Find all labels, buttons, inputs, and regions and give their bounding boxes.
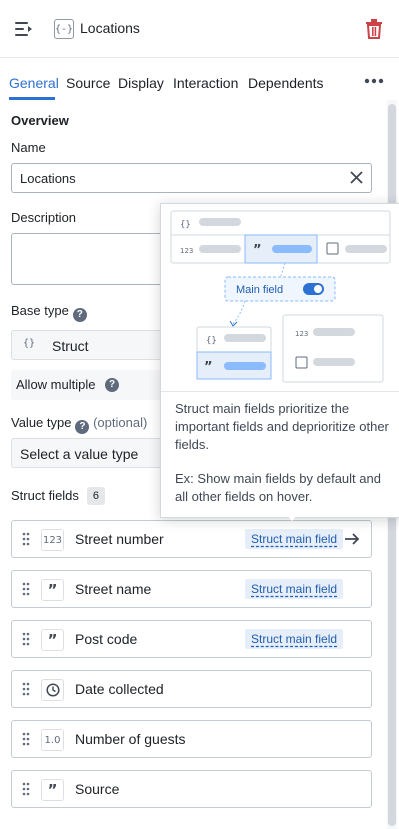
illustration-svg: {} 123 ” Main field {} ” 123	[170, 210, 391, 383]
drag-handle-icon[interactable]	[22, 532, 30, 548]
struct-field-name: Date collected	[75, 681, 164, 697]
quote-icon: ”	[41, 629, 64, 651]
description-label: Description	[11, 210, 77, 225]
main-field-illustration: {} 123 ” Main field {} ” 123	[161, 204, 399, 392]
popover-pointer	[285, 513, 299, 521]
struct-main-field-tag[interactable]: Struct main field	[245, 579, 344, 599]
struct-field-row[interactable]: ” Post code Struct main field	[11, 620, 372, 658]
tab-general[interactable]: General	[9, 75, 59, 91]
illustration-main-field-label: Main field	[236, 284, 283, 296]
struct-fields-title: Struct fields	[11, 488, 79, 503]
overview-heading: Overview	[11, 113, 69, 128]
field-count-badge: 6	[86, 487, 105, 505]
struct-icon: {}	[23, 338, 36, 349]
illustration-number-label: 123	[180, 247, 193, 255]
drag-handle-icon[interactable]	[22, 582, 30, 598]
illustration-struct-label-2: {}	[206, 336, 217, 346]
tab-interaction[interactable]: Interaction	[173, 75, 238, 91]
drag-handle-icon[interactable]	[22, 632, 30, 648]
name-field[interactable]: Locations	[11, 163, 372, 193]
drag-handle-icon[interactable]	[22, 682, 30, 698]
clock-icon	[41, 679, 64, 701]
quote-icon: ”	[41, 779, 64, 801]
name-value[interactable]: Locations	[20, 171, 76, 186]
illustration-struct-label: {}	[180, 220, 191, 230]
struct-field-row[interactable]: ” Street name Struct main field	[11, 570, 372, 608]
allow-multiple-label: Allow multiple	[16, 377, 96, 392]
tab-display[interactable]: Display	[118, 75, 164, 91]
illustration-number-label-2: 123	[295, 330, 308, 338]
clear-icon[interactable]	[350, 171, 363, 184]
struct-main-field-tag[interactable]: Struct main field	[245, 529, 344, 549]
struct-field-name: Street number	[75, 531, 164, 547]
tab-source[interactable]: Source	[66, 75, 110, 91]
struct-field-name: Post code	[75, 631, 138, 647]
help-icon[interactable]: ?	[105, 378, 119, 392]
struct-field-row[interactable]: ” Source	[11, 770, 372, 808]
more-options-icon[interactable]	[364, 78, 384, 84]
value-type-label-text: Value type	[11, 415, 72, 430]
drag-handle-icon[interactable]	[22, 782, 30, 798]
quote-icon: ”	[41, 579, 64, 601]
struct-type-icon: {-}	[54, 19, 74, 39]
popover-example: Ex: Show main fields by default and all …	[175, 471, 381, 504]
active-tab-indicator	[9, 97, 55, 100]
arrow-right-icon[interactable]	[344, 532, 360, 546]
struct-main-field-popover: {} 123 ” Main field {} ” 123 Struct main…	[160, 203, 399, 518]
struct-field-row[interactable]: 1.0 Number of guests	[11, 720, 372, 758]
base-type-value: Struct	[52, 338, 89, 354]
value-type-label: Value type? (optional)	[11, 415, 147, 434]
optional-hint: (optional)	[93, 415, 148, 430]
struct-field-name: Source	[75, 781, 120, 797]
struct-field-name: Street name	[75, 581, 152, 597]
struct-fields-heading: Struct fields 6	[11, 487, 105, 505]
collapse-menu-icon[interactable]	[14, 20, 34, 38]
struct-field-name: Number of guests	[75, 731, 186, 747]
struct-field-row[interactable]: 123 Street number Struct main field	[11, 520, 372, 558]
tab-dependents[interactable]: Dependents	[248, 75, 324, 91]
page-title: Locations	[80, 20, 140, 36]
struct-main-field-tag[interactable]: Struct main field	[245, 629, 344, 649]
value-type-placeholder[interactable]: Select a value type	[20, 446, 138, 462]
drag-handle-icon[interactable]	[22, 732, 30, 748]
base-type-label-text: Base type	[11, 303, 69, 318]
tab-bar: General Source Display Interaction Depen…	[0, 66, 399, 100]
help-icon[interactable]: ?	[72, 308, 87, 322]
name-label: Name	[11, 140, 46, 155]
trash-icon[interactable]	[366, 19, 382, 39]
base-type-label: Base type?	[11, 303, 87, 322]
number-type-icon: 123	[41, 529, 64, 551]
panel-header: {-} Locations	[0, 0, 399, 58]
svg-text:”: ”	[253, 243, 262, 258]
number-type-icon: 1.0	[41, 729, 64, 751]
svg-text:”: ”	[204, 360, 213, 375]
struct-field-row[interactable]: Date collected	[11, 670, 372, 708]
popover-description: Struct main fields prioritize the import…	[175, 401, 389, 452]
help-icon[interactable]: ?	[75, 420, 90, 434]
